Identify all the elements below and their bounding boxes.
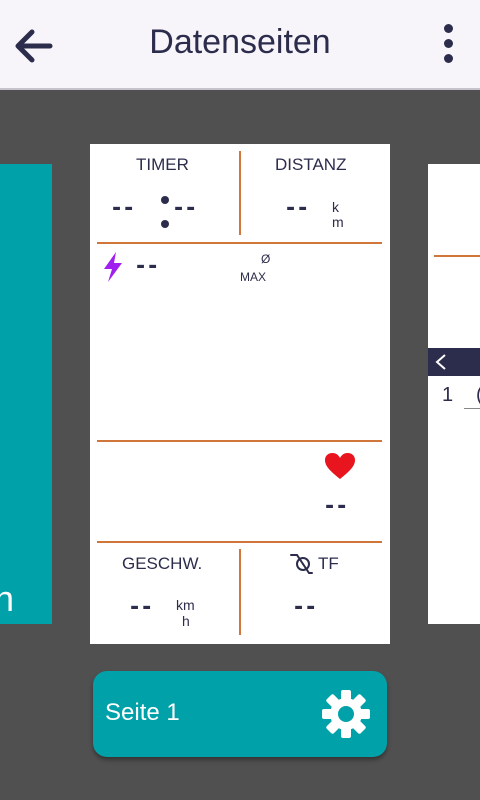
speed-unit-top: km [176,597,195,613]
next-page-card[interactable]: 1 ( [428,164,480,624]
cadence-label: TF [318,554,339,573]
heart-icon [325,453,355,479]
divider [97,440,382,442]
distance-unit-top: k [332,199,339,215]
partial-text: ( [476,384,480,407]
colon-icon [161,196,169,228]
overflow-menu-button[interactable] [436,24,460,68]
card-label-fragment: n [0,578,15,619]
speed-label: GESCHW. [122,554,203,573]
divider [239,151,241,235]
divider [239,549,241,635]
page-number: 1 [442,384,454,406]
speed-unit-bottom: h [182,613,190,629]
app-bar: Datenseiten [0,0,480,90]
power-max-label: MAX [240,270,267,284]
heart-rate-value: -- [325,494,350,519]
speed-value: -- [130,595,155,620]
previous-page-card[interactable]: n [0,164,52,624]
power-avg-label: Ø [261,252,271,266]
divider [434,255,480,257]
distance-unit-bottom: m [332,214,344,230]
kebab-menu-icon [443,24,453,33]
divider [97,242,382,244]
data-page-card[interactable]: TIMER -- -- DISTANZ -- k m -- Ø MAX -- G… [90,144,390,644]
timer-value-seconds: -- [174,196,199,221]
divider [97,541,382,543]
cadence-value: -- [294,595,319,620]
underline [464,408,480,409]
cadence-icon [290,554,313,574]
chevron-left-icon [435,354,446,370]
distance-value: -- [286,196,311,221]
power-value: -- [136,254,161,279]
page-settings-button[interactable]: Seite 1 [93,671,387,757]
lightning-icon [104,252,122,282]
distance-label: DISTANZ [275,155,347,174]
timer-label: TIMER [136,155,189,174]
page-title: Datenseiten [149,23,331,61]
timer-value-minutes: -- [112,196,137,221]
gear-icon [322,690,370,738]
page-button-label: Seite 1 [105,699,180,726]
